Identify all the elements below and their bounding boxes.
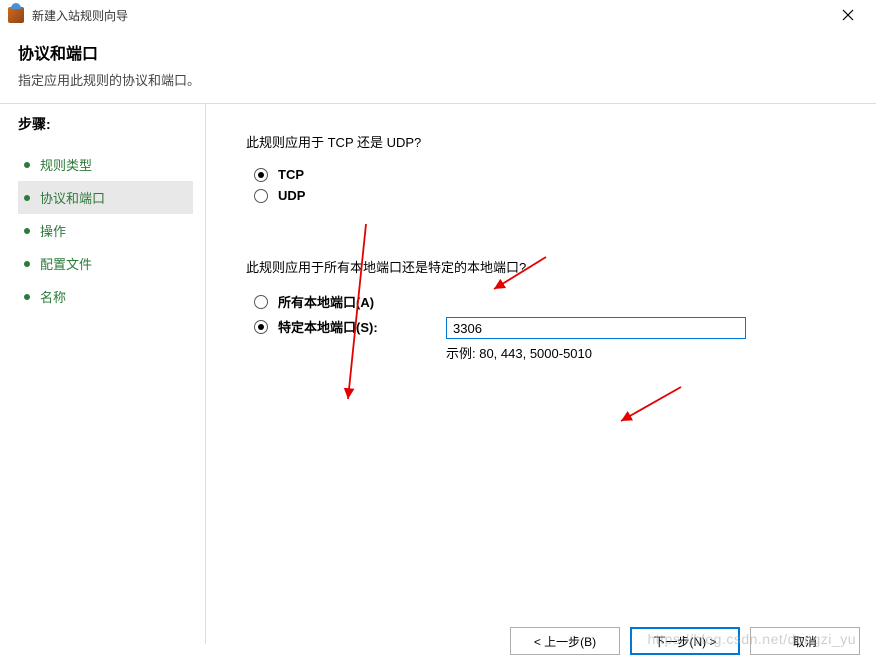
port-input[interactable] [446, 317, 746, 339]
step-label: 规则类型 [40, 155, 92, 174]
back-button[interactable]: < 上一步(B) [510, 627, 620, 655]
window-title: 新建入站规则向导 [32, 7, 828, 24]
watermark-text: https://blog.csdn.net/dongzi_yu [647, 631, 856, 647]
main-panel: 此规则应用于 TCP 还是 UDP? TCP UDP 此规则应用于所有本地端口还… [206, 104, 876, 644]
steps-heading: 步骤: [18, 114, 193, 134]
step-label: 操作 [40, 221, 66, 240]
protocol-question: 此规则应用于 TCP 还是 UDP? [246, 132, 848, 151]
wizard-window: 新建入站规则向导 协议和端口 指定应用此规则的协议和端口。 步骤: 规则类型 协… [0, 0, 876, 667]
body: 步骤: 规则类型 协议和端口 操作 配置文件 名称 [0, 104, 876, 644]
radio-label-tcp: TCP [278, 167, 304, 182]
radio-all-ports[interactable]: 所有本地端口(A) [246, 292, 848, 311]
radio-tcp[interactable]: TCP [246, 167, 848, 182]
close-icon [842, 9, 854, 21]
step-rule-type[interactable]: 规则类型 [18, 148, 193, 181]
sidebar: 步骤: 规则类型 协议和端口 操作 配置文件 名称 [0, 104, 205, 644]
radio-label-specific-ports: 特定本地端口(S): [278, 317, 378, 336]
port-example-text: 示例: 80, 443, 5000-5010 [446, 343, 848, 362]
bullet-icon [24, 162, 30, 168]
radio-specific-ports-row: 特定本地端口(S): 示例: 80, 443, 5000-5010 [246, 317, 848, 362]
bullet-icon [24, 294, 30, 300]
radio-label-udp: UDP [278, 188, 305, 203]
step-name[interactable]: 名称 [18, 280, 193, 313]
bullet-icon [24, 261, 30, 267]
radio-icon [254, 189, 268, 203]
radio-udp[interactable]: UDP [246, 188, 848, 203]
step-label: 配置文件 [40, 254, 92, 273]
step-label: 协议和端口 [40, 188, 105, 207]
step-profile[interactable]: 配置文件 [18, 247, 193, 280]
bullet-icon [24, 228, 30, 234]
step-protocol-port[interactable]: 协议和端口 [18, 181, 193, 214]
radio-icon [254, 320, 268, 334]
header: 协议和端口 指定应用此规则的协议和端口。 [0, 30, 876, 103]
step-action[interactable]: 操作 [18, 214, 193, 247]
bullet-icon [24, 195, 30, 201]
page-title: 协议和端口 [18, 40, 858, 64]
app-icon [8, 7, 24, 23]
radio-specific-ports[interactable]: 特定本地端口(S): [246, 317, 446, 336]
port-question: 此规则应用于所有本地端口还是特定的本地端口? [246, 257, 848, 276]
radio-icon [254, 168, 268, 182]
annotation-arrow-icon [611, 379, 691, 429]
radio-icon [254, 295, 268, 309]
port-section: 此规则应用于所有本地端口还是特定的本地端口? 所有本地端口(A) 特定本地端口(… [246, 257, 848, 362]
step-label: 名称 [40, 287, 66, 306]
radio-label-all-ports: 所有本地端口(A) [278, 292, 374, 311]
close-button[interactable] [828, 3, 868, 27]
page-subtitle: 指定应用此规则的协议和端口。 [18, 70, 858, 89]
titlebar: 新建入站规则向导 [0, 0, 876, 30]
